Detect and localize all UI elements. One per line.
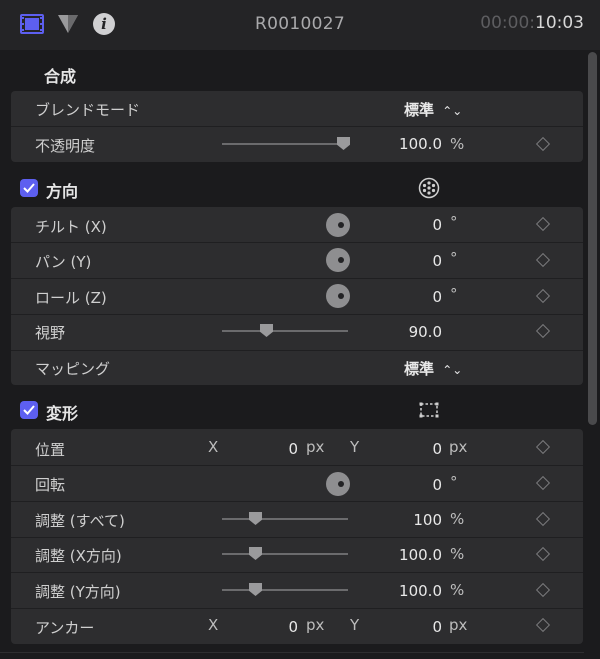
pan-value[interactable]: 0 xyxy=(380,252,442,270)
section-transform: 変形 xyxy=(0,393,584,427)
tilt-label: チルト (X) xyxy=(35,218,107,236)
section-compositing: 合成 xyxy=(0,56,584,90)
anchor-x-value[interactable]: 0 xyxy=(260,618,298,636)
divider xyxy=(11,278,583,279)
scale-x-label: 調整 (X方向) xyxy=(35,547,122,565)
opacity-slider-track[interactable] xyxy=(222,143,348,145)
scale-y-value[interactable]: 100.0 xyxy=(380,582,442,600)
position-x-unit: px xyxy=(306,438,325,456)
rotation-label: 回転 xyxy=(35,476,66,494)
orientation-checkbox[interactable] xyxy=(20,179,38,197)
anchor-y-axis-label: Y xyxy=(350,616,360,634)
scale-x-unit: % xyxy=(450,545,465,563)
scale-y-unit: % xyxy=(450,581,465,599)
fov-slider-track[interactable] xyxy=(222,330,348,332)
scrollbar-thumb[interactable] xyxy=(588,52,597,425)
anchor-y-unit: px xyxy=(449,616,468,634)
divider xyxy=(11,465,583,466)
timecode: 00:00:10:03 xyxy=(480,13,584,33)
blend-mode-label: ブレンドモード xyxy=(35,101,141,119)
tilt-value[interactable]: 0 xyxy=(380,216,442,234)
mapping-value: 標準 xyxy=(404,360,435,378)
scale-x-slider-track[interactable] xyxy=(222,553,348,555)
divider xyxy=(11,350,583,351)
scale-y-slider-track[interactable] xyxy=(222,589,348,591)
chevron-updown-icon: ⌃⌄ xyxy=(442,363,463,377)
opacity-value[interactable]: 100.0 xyxy=(380,135,442,153)
mapping-select[interactable]: 標準 ⌃⌄ xyxy=(404,358,462,379)
checkmark-icon xyxy=(23,405,35,415)
divider xyxy=(11,501,583,502)
opacity-label: 不透明度 xyxy=(35,137,96,155)
divider xyxy=(11,242,583,243)
divider xyxy=(11,572,583,573)
transform-checkbox[interactable] xyxy=(20,401,38,419)
rotation-unit: ° xyxy=(450,473,458,491)
bottom-divider xyxy=(0,652,584,653)
position-x-value[interactable]: 0 xyxy=(260,440,298,458)
divider xyxy=(11,126,583,127)
pan-unit: ° xyxy=(450,249,458,267)
scale-all-slider-track[interactable] xyxy=(222,518,348,520)
360-globe-icon[interactable] xyxy=(418,177,440,199)
fov-label: 視野 xyxy=(35,324,66,342)
inspector-header: i R0010027 00:00:10:03 xyxy=(0,0,600,50)
roll-label: ロール (Z) xyxy=(35,289,107,307)
timecode-dim: 00:00: xyxy=(480,13,535,33)
transform-group xyxy=(11,429,583,644)
position-y-value[interactable]: 0 xyxy=(400,440,442,458)
section-title-orientation: 方向 xyxy=(46,182,79,201)
position-y-unit: px xyxy=(449,438,468,456)
anchor-x-axis-label: X xyxy=(208,616,219,634)
fov-value[interactable]: 90.0 xyxy=(380,323,442,341)
opacity-unit: % xyxy=(450,135,465,153)
pan-dial[interactable] xyxy=(326,248,350,272)
position-label: 位置 xyxy=(35,441,66,459)
mapping-label: マッピング xyxy=(35,360,111,378)
roll-dial[interactable] xyxy=(326,284,350,308)
roll-unit: ° xyxy=(450,285,458,303)
section-title-compositing: 合成 xyxy=(44,67,77,86)
divider xyxy=(11,537,583,538)
rotation-value[interactable]: 0 xyxy=(380,476,442,494)
transform-onscreen-icon[interactable] xyxy=(419,401,439,419)
roll-value[interactable]: 0 xyxy=(380,288,442,306)
tilt-unit: ° xyxy=(450,213,458,231)
timecode-bright: 10:03 xyxy=(535,13,584,33)
chevron-updown-icon: ⌃⌄ xyxy=(442,104,463,118)
scale-all-label: 調整 (すべて) xyxy=(35,512,125,530)
scale-all-value[interactable]: 100 xyxy=(380,511,442,529)
blend-mode-value: 標準 xyxy=(404,101,435,119)
pan-label: パン (Y) xyxy=(35,253,92,271)
rotation-dial[interactable] xyxy=(326,472,350,496)
anchor-y-value[interactable]: 0 xyxy=(400,618,442,636)
scale-x-value[interactable]: 100.0 xyxy=(380,546,442,564)
divider xyxy=(11,608,583,609)
section-orientation: 方向 xyxy=(0,171,584,205)
scale-all-unit: % xyxy=(450,510,465,528)
anchor-label: アンカー xyxy=(35,619,95,637)
blend-mode-select[interactable]: 標準 ⌃⌄ xyxy=(404,99,462,120)
anchor-x-unit: px xyxy=(306,616,325,634)
section-title-transform: 変形 xyxy=(46,404,79,423)
scale-y-label: 調整 (Y方向) xyxy=(35,583,121,601)
checkmark-icon xyxy=(23,183,35,193)
tilt-dial[interactable] xyxy=(326,213,350,237)
divider xyxy=(11,314,583,315)
position-y-axis-label: Y xyxy=(350,438,360,456)
position-x-axis-label: X xyxy=(208,438,219,456)
